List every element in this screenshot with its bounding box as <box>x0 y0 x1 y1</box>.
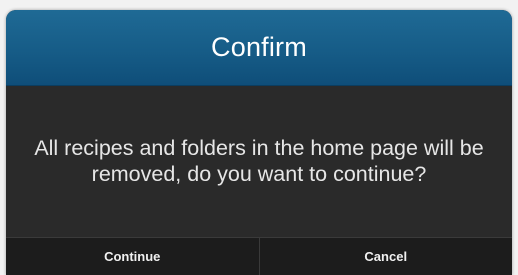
dialog-title: Confirm <box>211 32 307 62</box>
dialog-header: Confirm <box>6 10 512 86</box>
cancel-button[interactable]: Cancel <box>259 238 512 275</box>
dialog-actions: Continue Cancel <box>6 237 512 275</box>
dialog-body: All recipes and folders in the home page… <box>6 86 512 238</box>
continue-button[interactable]: Continue <box>6 238 260 275</box>
confirm-dialog: Confirm All recipes and folders in the h… <box>6 10 512 275</box>
dialog-message: All recipes and folders in the home page… <box>34 136 484 186</box>
